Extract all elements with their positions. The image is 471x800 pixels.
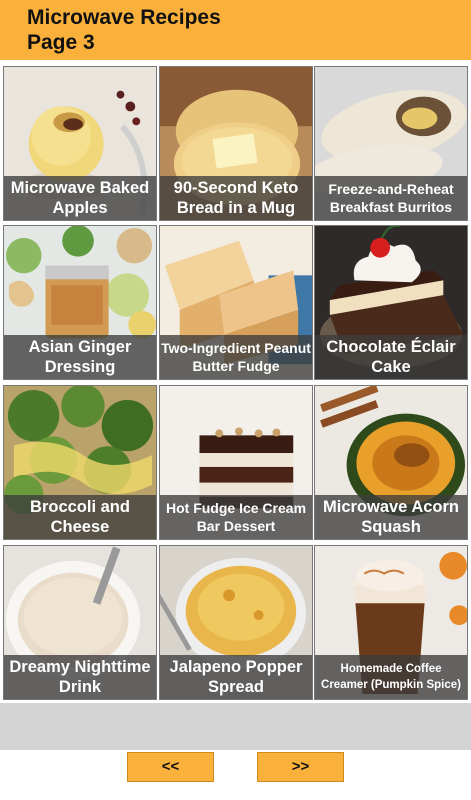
recipe-label: Two-Ingredient Peanut Butter Fudge (160, 335, 312, 379)
recipe-label: Microwave Baked Apples (4, 176, 156, 220)
recipe-label: Homemade Coffee Creamer (Pumpkin Spice) (315, 655, 467, 699)
recipe-label: Microwave Acorn Squash (315, 495, 467, 539)
recipe-tile[interactable]: 90-Second Keto Bread in a Mug (159, 66, 313, 221)
recipe-label: Dreamy Nighttime Drink (4, 655, 156, 699)
next-page-button[interactable]: >> (257, 752, 344, 782)
recipe-label: Hot Fudge Ice Cream Bar Dessert (160, 495, 312, 539)
page-title-line1: Microwave Recipes (27, 6, 221, 29)
recipe-tile[interactable]: Microwave Baked Apples (3, 66, 157, 221)
recipe-tile[interactable]: Chocolate Éclair Cake (314, 225, 468, 380)
footer-bar (0, 750, 471, 800)
app-header: Microwave Recipes Page 3 (0, 0, 471, 60)
recipe-tile[interactable]: Dreamy Nighttime Drink (3, 545, 157, 700)
recipe-label: Jalapeno Popper Spread (160, 655, 312, 699)
recipe-tile[interactable]: Two-Ingredient Peanut Butter Fudge (159, 225, 313, 380)
recipe-tile[interactable]: Hot Fudge Ice Cream Bar Dessert (159, 385, 313, 540)
recipe-tile[interactable]: Homemade Coffee Creamer (Pumpkin Spice) (314, 545, 468, 700)
recipe-tile[interactable]: Asian Ginger Dressing (3, 225, 157, 380)
recipe-tile[interactable]: Microwave Acorn Squash (314, 385, 468, 540)
recipe-label: Chocolate Éclair Cake (315, 335, 467, 379)
recipe-tile[interactable]: Broccoli and Cheese (3, 385, 157, 540)
grid-bottom-spacer (0, 703, 471, 750)
recipe-label: Freeze-and-Reheat Breakfast Burritos (315, 176, 467, 220)
prev-page-button[interactable]: << (127, 752, 214, 782)
page-title-line2: Page 3 (27, 31, 95, 54)
recipe-tile[interactable]: Freeze-and-Reheat Breakfast Burritos (314, 66, 468, 221)
recipe-label: 90-Second Keto Bread in a Mug (160, 176, 312, 220)
recipe-tile[interactable]: Jalapeno Popper Spread (159, 545, 313, 700)
recipe-label: Broccoli and Cheese (4, 495, 156, 539)
recipe-label: Asian Ginger Dressing (4, 335, 156, 379)
page-title: Microwave Recipes Page 3 (27, 5, 221, 55)
